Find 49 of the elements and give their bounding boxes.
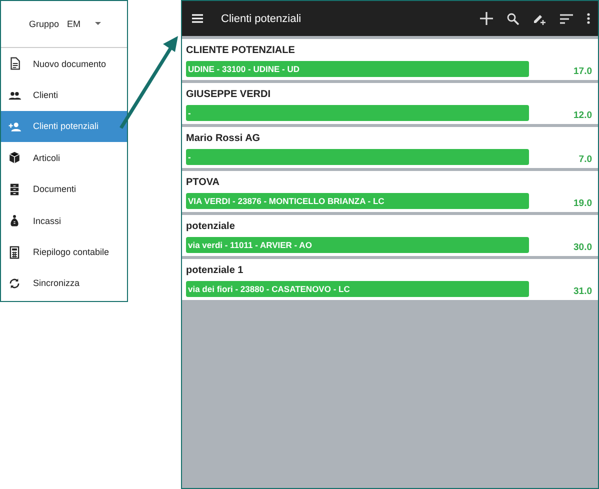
cube-icon (8, 151, 21, 164)
client-row[interactable]: PTOVA VIA VERDI - 23876 - MONTICELLO BRIANZA - LC 19.0 (182, 171, 598, 212)
client-name: Mario Rossi AG (186, 133, 262, 144)
client-name: potenziale (186, 221, 236, 232)
document-icon (8, 57, 21, 70)
sort-icon[interactable] (560, 14, 573, 24)
drawer-item[interactable]: Clienti (1, 79, 127, 111)
menu-icon[interactable] (192, 14, 203, 23)
address-bar: VIA VERDI - 23876 - MONTICELLO BRIANZA - LC (186, 193, 529, 209)
address-bar: - (186, 105, 529, 121)
group-label: Gruppo (29, 19, 60, 29)
sync-icon (8, 276, 21, 290)
screen-title: Clienti potenziali (221, 12, 302, 24)
client-name: potenziale 1 (186, 265, 244, 276)
amount: 19.0 (572, 196, 592, 208)
money-bag-icon (8, 214, 21, 228)
drawer-item[interactable]: Incassi (1, 204, 127, 236)
address-bar: - (186, 149, 529, 165)
address-bar: UDINE - 33100 - UDINE - UD (186, 61, 529, 77)
amount: 12.0 (572, 108, 592, 120)
calculator-icon (8, 246, 21, 259)
amount: 30.0 (572, 240, 592, 252)
amount: 17.0 (572, 64, 592, 76)
cabinet-icon (8, 182, 21, 196)
amount: 7.0 (578, 152, 592, 164)
group-value[interactable]: EM (67, 19, 81, 29)
client-name: GIUSEPPE VERDI (186, 89, 272, 100)
drawer-item[interactable]: Sincronizza (1, 268, 127, 300)
client-row[interactable]: potenziale 1 via dei fiori - 23880 - CASATENOVO - LC 31.0 (182, 259, 598, 300)
search-icon[interactable] (507, 12, 519, 24)
client-row[interactable]: Mario Rossi AG - 7.0 (182, 127, 598, 168)
address-bar: via verdi - 11011 - ARVIER - AO (186, 237, 529, 253)
drawer-item[interactable]: Riepilogo contabile (1, 236, 127, 268)
drawer-item[interactable]: Clienti potenziali (1, 110, 127, 142)
plus-icon[interactable] (480, 12, 493, 25)
drawer-item[interactable]: Articoli (1, 142, 127, 174)
more-icon[interactable] (587, 13, 590, 24)
drawer-item[interactable]: Nuovo documento (1, 48, 127, 80)
client-name: CLIENTE POTENZIALE (186, 45, 296, 56)
pencil-plus-icon[interactable] (533, 12, 546, 25)
dropdown-caret-icon[interactable] (94, 22, 101, 26)
address-bar: via dei fiori - 23880 - CASATENOVO - LC (186, 281, 529, 297)
client-row[interactable]: CLIENTE POTENZIALE UDINE - 33100 - UDINE - UD 17.0 (182, 39, 598, 80)
person-add-icon (8, 120, 21, 133)
client-row[interactable]: potenziale via verdi - 11011 - ARVIER - AO 30.0 (182, 215, 598, 256)
client-name: PTOVA (186, 177, 221, 188)
drawer-item[interactable]: Documenti (1, 174, 127, 205)
client-row[interactable]: GIUSEPPE VERDI - 12.0 (182, 83, 598, 124)
amount: 31.0 (572, 284, 592, 296)
